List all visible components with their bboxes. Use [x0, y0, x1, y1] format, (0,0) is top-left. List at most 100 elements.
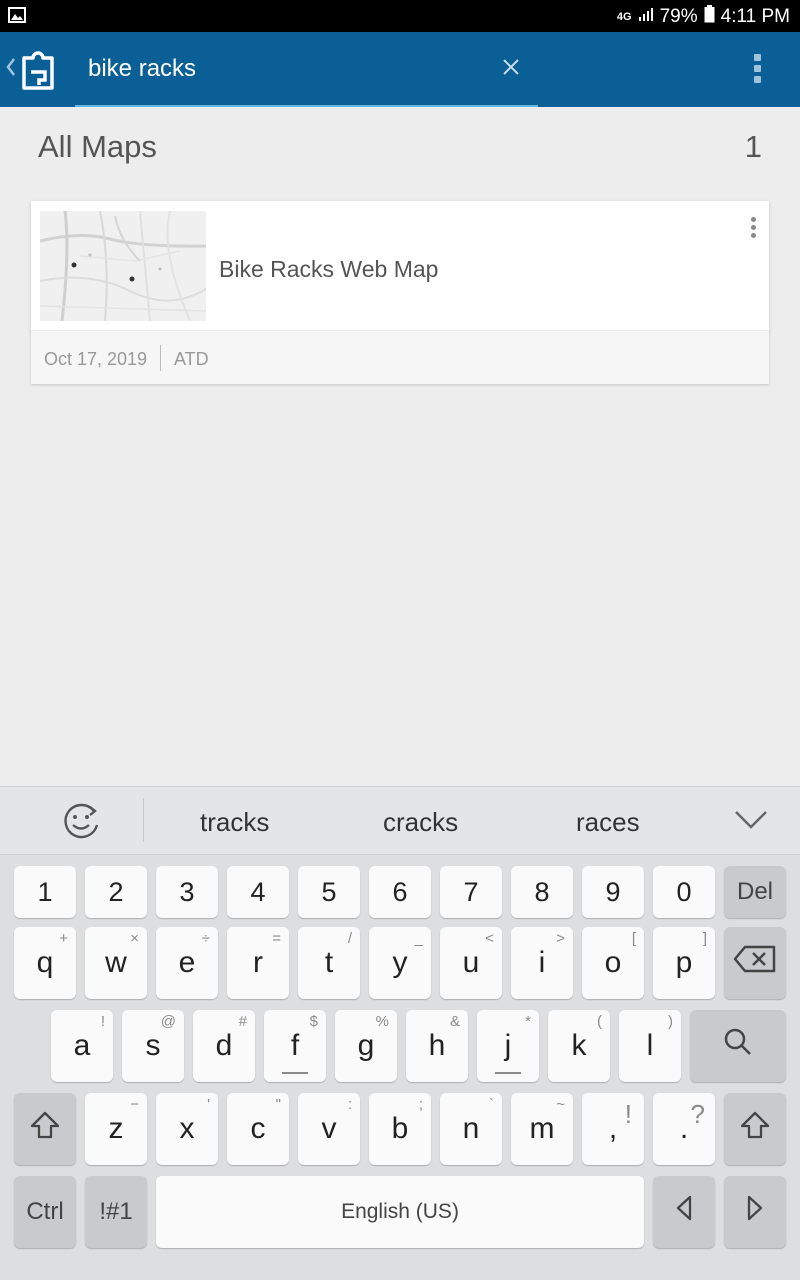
key-h[interactable]: h & — [406, 1010, 468, 1082]
key-alt-symbol: ) — [668, 1013, 673, 1030]
key-o[interactable]: o[ — [582, 927, 644, 999]
key-alt-symbol: ~ — [556, 1096, 565, 1113]
key-e[interactable]: e ÷ — [156, 927, 218, 999]
key-z[interactable]: z − — [85, 1093, 147, 1165]
map-owner: ATD — [174, 349, 209, 369]
key-q[interactable]: q + — [14, 927, 76, 999]
suggestion-1[interactable]: tracks — [200, 807, 269, 838]
search-input[interactable] — [88, 54, 488, 84]
symbols-key[interactable]: !#1 — [85, 1176, 147, 1248]
key-d[interactable]: d # — [193, 1010, 255, 1082]
key-label: m — [529, 1112, 555, 1145]
key-v[interactable]: v: — [298, 1093, 360, 1165]
key-comma[interactable]: ,! — [582, 1093, 644, 1165]
home-key-marker — [495, 1072, 521, 1074]
key-label: l — [646, 1029, 654, 1062]
key-alt-symbol: ' — [207, 1096, 210, 1113]
key-f[interactable]: f $ — [264, 1010, 326, 1082]
footer-divider — [160, 345, 161, 371]
key-alt-symbol: _ — [414, 930, 423, 947]
cursor-left-key[interactable] — [653, 1176, 715, 1248]
key-label: g — [357, 1029, 375, 1062]
key-0[interactable]: 0 — [653, 866, 715, 918]
key-alt-symbol: + — [59, 930, 68, 947]
shift-icon — [740, 1111, 770, 1147]
map-title[interactable]: Bike Racks Web Map — [219, 256, 438, 283]
key-2[interactable]: 2 — [85, 866, 147, 918]
key-j[interactable]: j * — [477, 1010, 539, 1082]
backspace-key[interactable] — [724, 927, 786, 999]
key-3[interactable]: 3 — [156, 866, 218, 918]
key-alt-symbol: × — [130, 930, 139, 947]
key-7[interactable]: 7 — [440, 866, 502, 918]
key-t[interactable]: t / — [298, 927, 360, 999]
key-alt-symbol: @ — [160, 1013, 176, 1030]
key-alt-symbol: ! — [624, 1099, 632, 1129]
key-alt-symbol: ] — [702, 930, 707, 947]
key-p[interactable]: p] — [653, 927, 715, 999]
search-field-container — [75, 32, 538, 107]
key-8[interactable]: 8 — [511, 866, 573, 918]
more-options-icon[interactable] — [746, 54, 768, 86]
map-thumbnail[interactable] — [40, 211, 206, 321]
search-key[interactable] — [690, 1010, 786, 1082]
key-label: z — [108, 1112, 124, 1145]
key-alt-symbol: − — [130, 1096, 139, 1113]
cursor-right-key[interactable] — [724, 1176, 786, 1248]
key-1[interactable]: 1 — [14, 866, 76, 918]
key-label: v — [321, 1112, 337, 1145]
app-logo-icon[interactable] — [20, 50, 56, 95]
clear-search-icon[interactable] — [500, 56, 522, 78]
key-c[interactable]: c " — [227, 1093, 289, 1165]
key-a[interactable]: a! — [51, 1010, 113, 1082]
backspace-icon — [733, 945, 777, 981]
key-k[interactable]: k( — [548, 1010, 610, 1082]
key-label: w — [105, 946, 127, 979]
key-alt-symbol: < — [485, 930, 494, 947]
app-bar — [0, 32, 800, 107]
key-u[interactable]: u < — [440, 927, 502, 999]
suggestion-3[interactable]: races — [576, 807, 640, 838]
key-g[interactable]: g% — [335, 1010, 397, 1082]
key-label: k — [571, 1029, 587, 1062]
key-s[interactable]: s @ — [122, 1010, 184, 1082]
key-r[interactable]: r = — [227, 927, 289, 999]
key-m[interactable]: m ~ — [511, 1093, 573, 1165]
key-label: , — [608, 1112, 618, 1145]
key-label: o — [604, 946, 622, 979]
key-label: p — [675, 946, 693, 979]
key-i[interactable]: i > — [511, 927, 573, 999]
key-label: n — [462, 1112, 480, 1145]
key-5[interactable]: 5 — [298, 866, 360, 918]
back-chevron-icon[interactable] — [6, 56, 16, 84]
key-b[interactable]: b; — [369, 1093, 431, 1165]
space-key[interactable]: English (US) — [156, 1176, 644, 1248]
key-n[interactable]: n ` — [440, 1093, 502, 1165]
key-alt-symbol: ` — [489, 1096, 494, 1113]
chevron-down-icon[interactable] — [734, 809, 768, 836]
key-alt-symbol: * — [525, 1013, 531, 1030]
map-card[interactable]: Bike Racks Web Map Oct 17, 2019 ATD — [31, 201, 769, 384]
key-label: . — [679, 1112, 689, 1145]
del-key[interactable]: Del — [724, 866, 786, 918]
key-label: h — [428, 1029, 446, 1062]
map-date: Oct 17, 2019 — [44, 349, 148, 369]
key-period[interactable]: .? — [653, 1093, 715, 1165]
results-count: 1 — [744, 129, 762, 164]
key-alt-symbol: " — [275, 1096, 281, 1113]
key-x[interactable]: x ' — [156, 1093, 218, 1165]
emoji-icon[interactable] — [60, 801, 102, 846]
key-alt-symbol: # — [238, 1013, 247, 1030]
key-l[interactable]: l) — [619, 1010, 681, 1082]
shift-key-left[interactable] — [14, 1093, 76, 1165]
suggestion-2[interactable]: cracks — [383, 807, 458, 838]
key-6[interactable]: 6 — [369, 866, 431, 918]
key-9[interactable]: 9 — [582, 866, 644, 918]
card-more-icon[interactable] — [749, 217, 757, 245]
home-key-marker — [282, 1072, 308, 1074]
key-4[interactable]: 4 — [227, 866, 289, 918]
key-y[interactable]: y _ — [369, 927, 431, 999]
shift-key-right[interactable] — [724, 1093, 786, 1165]
ctrl-key[interactable]: Ctrl — [14, 1176, 76, 1248]
key-w[interactable]: w × — [85, 927, 147, 999]
